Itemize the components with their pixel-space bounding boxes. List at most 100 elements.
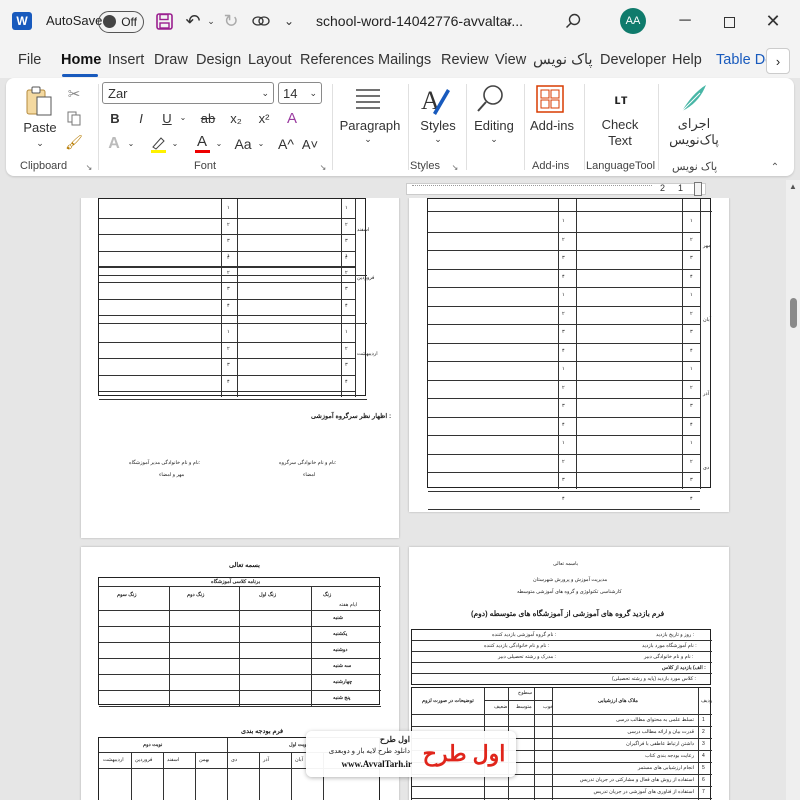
paknevis-feather-icon[interactable] — [676, 82, 710, 114]
row-number: ۴ — [345, 378, 348, 385]
link-icon[interactable] — [250, 10, 272, 32]
bold-button[interactable]: B — [106, 108, 124, 128]
tab-view[interactable]: View — [495, 52, 526, 68]
row-number: ۲ — [690, 236, 693, 243]
month-label: مهر — [703, 243, 711, 249]
clipboard-launcher-icon[interactable]: ↘ — [84, 162, 94, 172]
criteria-item: استفاده از فناوری های آموزشی در جریان تد… — [593, 789, 694, 795]
tab-layout[interactable]: Layout — [248, 52, 292, 68]
tab-review[interactable]: Review — [441, 52, 489, 68]
row-line — [99, 250, 355, 252]
change-case-button[interactable]: Aa — [232, 134, 254, 154]
tab-mailings[interactable]: Mailings — [378, 52, 431, 68]
highlight-dropdown-icon[interactable]: ⌄ — [170, 136, 180, 150]
tab-insert[interactable]: Insert — [108, 52, 144, 68]
font-launcher-icon[interactable]: ↘ — [318, 162, 328, 172]
underline-dropdown-icon[interactable]: ⌄ — [178, 110, 188, 124]
add-ins-icon[interactable] — [534, 82, 566, 116]
criteria-item: داشتن ارتباط عاطفی با فراگیران — [626, 741, 694, 747]
org-line-2: کارشناسی تکنولوژی و گروه های آموزشی متوس… — [517, 589, 622, 595]
grow-font-button[interactable]: A^ — [276, 134, 296, 154]
cut-icon[interactable]: ✂ — [64, 84, 84, 104]
search-icon[interactable] — [562, 10, 584, 32]
highlight-icon[interactable] — [148, 134, 168, 154]
field-class-grade: کلاس مورد بازدید (پایه و رشته تحصیلی) : — [612, 676, 696, 682]
languagetool-icon[interactable]: ʟᴛ — [606, 86, 636, 112]
superscript-button[interactable]: x² — [254, 108, 274, 128]
editing-icon[interactable] — [472, 82, 508, 116]
text-effects-icon[interactable]: A — [104, 134, 124, 154]
undo-dropdown-icon[interactable]: ⌄ — [206, 14, 216, 28]
copy-icon[interactable] — [64, 108, 84, 128]
tab-developer[interactable]: Developer — [600, 52, 666, 68]
tab-home[interactable]: Home — [61, 52, 101, 68]
add-ins-group-label: Add-ins — [532, 160, 570, 172]
user-avatar[interactable]: AA — [620, 8, 646, 34]
paknevis-line2[interactable]: پاک‌نویس — [666, 132, 722, 148]
collapse-ribbon-icon[interactable]: ⌃ — [768, 162, 782, 173]
row-line — [428, 342, 700, 344]
styles-dropdown-icon[interactable]: ⌄ — [428, 134, 448, 145]
horizontal-ruler[interactable]: 2 1 — [0, 180, 800, 198]
group-line — [99, 275, 367, 276]
editing-button[interactable]: Editing — [470, 118, 518, 133]
font-size-field[interactable]: 14 ⌄ — [278, 82, 322, 104]
styles-button[interactable]: Styles — [416, 118, 460, 133]
tab-draw[interactable]: Draw — [154, 52, 188, 68]
autosave-toggle[interactable]: Off — [98, 11, 144, 33]
tab-references[interactable]: References — [300, 52, 374, 68]
chevron-down-icon: ⌄ — [261, 87, 269, 98]
change-case-dropdown-icon[interactable]: ⌄ — [256, 136, 266, 150]
font-color-dropdown-icon[interactable]: ⌄ — [214, 136, 224, 150]
indent-marker[interactable] — [694, 182, 702, 196]
paste-button[interactable]: Paste — [20, 120, 60, 135]
minimize-button[interactable]: ─ — [670, 10, 700, 32]
check-text-line2[interactable]: Text — [592, 132, 648, 148]
close-button[interactable]: ✕ — [758, 9, 788, 33]
tab-file[interactable]: File — [18, 52, 41, 68]
tab-paknevis[interactable]: پاک نویس — [533, 52, 593, 68]
underline-button[interactable]: U — [158, 108, 176, 128]
font-color-icon[interactable]: A — [192, 132, 212, 154]
add-ins-button[interactable]: Add-ins — [526, 118, 578, 133]
tab-design[interactable]: Design — [196, 52, 241, 68]
paste-dropdown-icon[interactable]: ⌄ — [30, 138, 50, 149]
scroll-up-icon[interactable]: ▲ — [789, 182, 797, 191]
paragraph-button[interactable]: Paragraph — [338, 118, 402, 133]
row-line — [428, 287, 700, 288]
shrink-font-button[interactable]: A˅ — [300, 134, 320, 154]
paste-icon[interactable] — [22, 84, 56, 118]
page4-bismillah: باسمه تعالی — [553, 561, 579, 567]
save-icon[interactable] — [154, 11, 174, 31]
vertical-scrollbar[interactable]: ▲ — [786, 180, 800, 800]
clear-formatting-icon[interactable]: A — [282, 108, 302, 128]
undo-icon[interactable]: ↶ — [182, 10, 204, 32]
title-dropdown-icon[interactable]: ⌄ — [502, 14, 516, 28]
subscript-button[interactable]: x₂ — [226, 108, 246, 128]
font-color-bar — [194, 150, 210, 153]
italic-button[interactable]: I — [132, 108, 150, 128]
header-top-line — [99, 586, 381, 587]
redo-icon[interactable]: ↻ — [220, 10, 242, 32]
paragraph-icon[interactable] — [350, 84, 386, 114]
day-label: شنبه — [333, 615, 343, 621]
font-name-field[interactable]: Zar ⌄ — [102, 82, 274, 104]
scroll-thumb[interactable] — [790, 298, 797, 328]
styles-icon[interactable]: A — [418, 82, 452, 116]
maximize-button[interactable] — [716, 12, 742, 32]
customize-toolbar-icon[interactable]: ⌄ — [282, 12, 296, 30]
strikethrough-button[interactable]: ab — [198, 108, 218, 128]
autosave-state: Off — [121, 15, 137, 29]
tabs-scroll-right-button[interactable]: › — [766, 48, 790, 74]
paknevis-line1[interactable]: اجرای — [666, 116, 722, 132]
month-header: اسفند — [167, 757, 180, 763]
check-text-line1[interactable]: Check — [592, 116, 648, 132]
tab-table-design[interactable]: Table De — [716, 52, 768, 68]
row-line — [428, 472, 700, 473]
text-effects-dropdown-icon[interactable]: ⌄ — [126, 136, 136, 150]
paragraph-dropdown-icon[interactable]: ⌄ — [358, 134, 378, 145]
editing-dropdown-icon[interactable]: ⌄ — [484, 134, 504, 145]
format-painter-icon[interactable]: 🖌 — [64, 132, 84, 152]
styles-launcher-icon[interactable]: ↘ — [450, 162, 460, 172]
tab-help[interactable]: Help — [672, 52, 702, 68]
